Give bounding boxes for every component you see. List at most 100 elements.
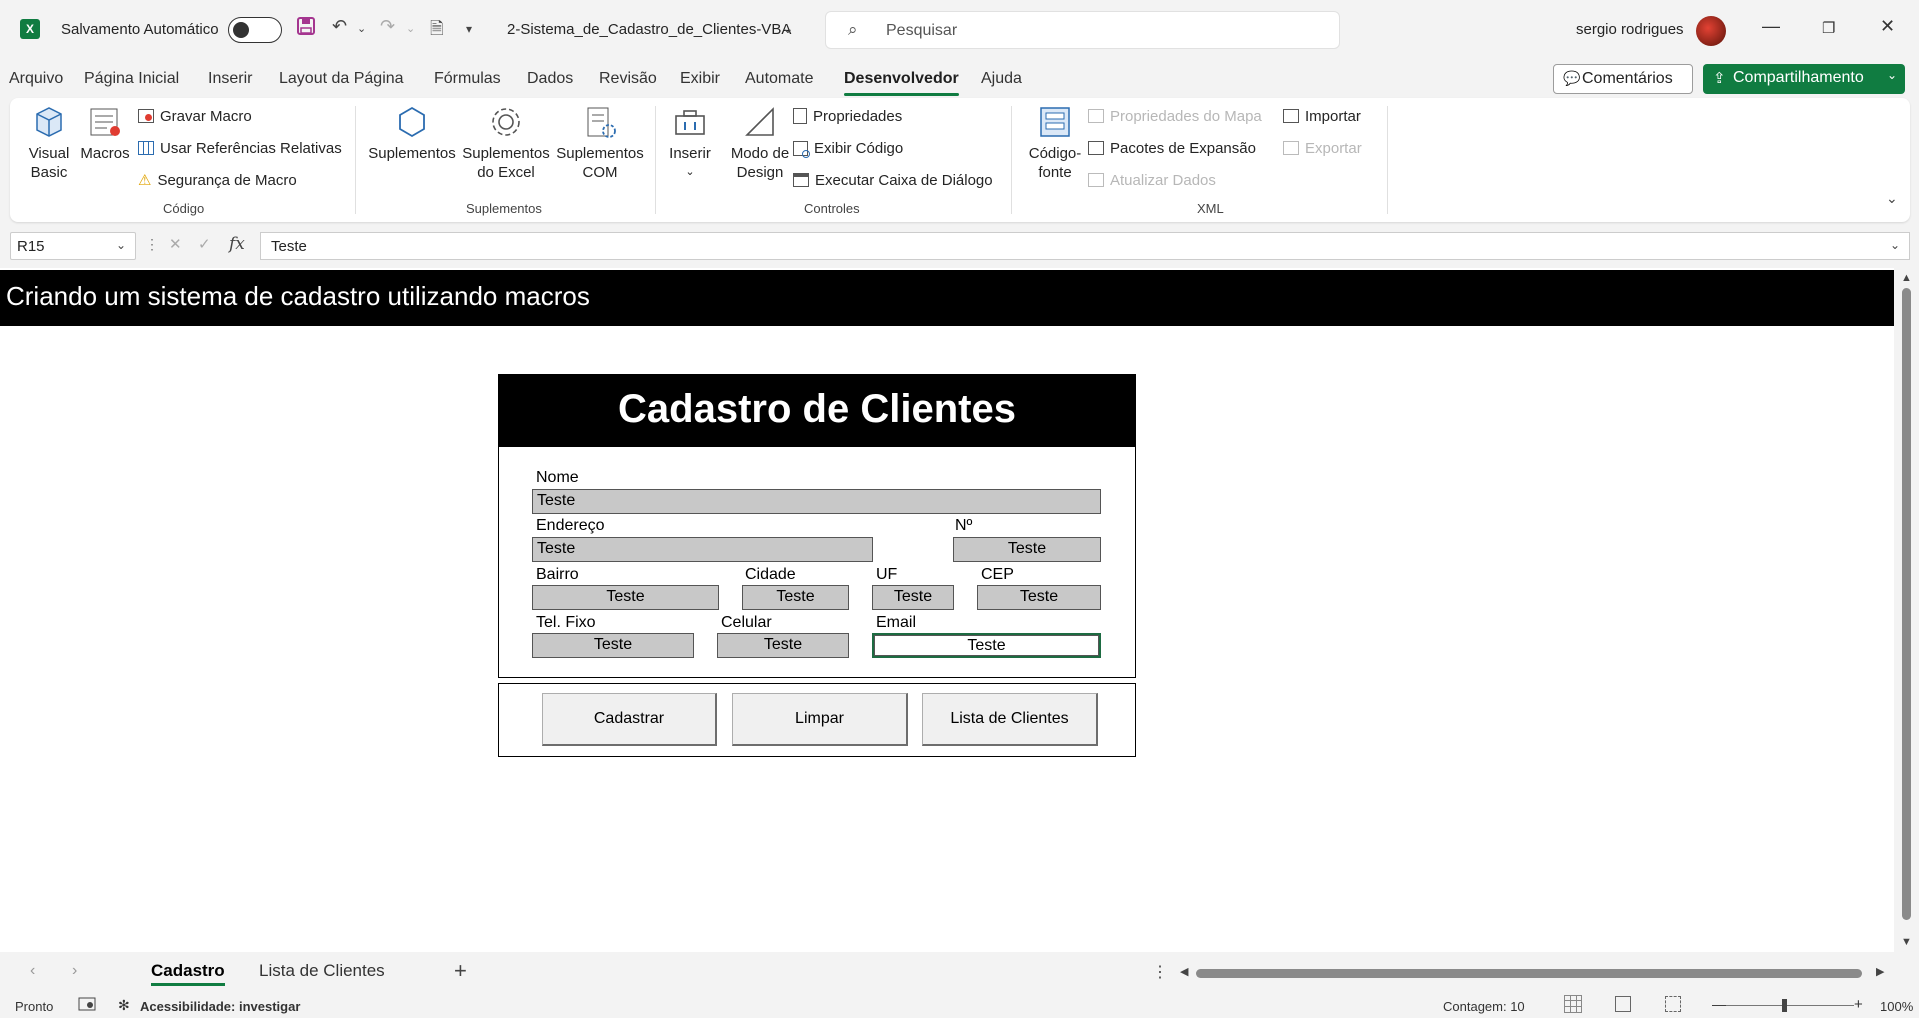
exportar-button[interactable]: Exportar bbox=[1283, 139, 1362, 158]
macro-recording-icon[interactable] bbox=[78, 997, 96, 1014]
vertical-scrollbar[interactable]: ▲ ▼ bbox=[1896, 268, 1919, 952]
numero-field[interactable]: Teste bbox=[953, 537, 1101, 562]
tab-exibir[interactable]: Exibir bbox=[680, 70, 720, 88]
tab-layout-da-pagina[interactable]: Layout da Página bbox=[279, 70, 404, 88]
comments-button[interactable]: 💬 Comentários bbox=[1553, 64, 1693, 94]
limpar-button[interactable]: Limpar bbox=[732, 693, 908, 746]
seguranca-macro-button[interactable]: ⚠ Segurança de Macro bbox=[138, 171, 297, 190]
tel-fixo-field[interactable]: Teste bbox=[532, 633, 694, 658]
expand-formula-icon[interactable]: ⌄ bbox=[1890, 238, 1900, 252]
zoom-slider-track[interactable] bbox=[1726, 1005, 1854, 1006]
scroll-down-icon[interactable]: ▼ bbox=[1901, 936, 1912, 948]
codigo-fonte-button[interactable]: Código-fonte bbox=[1020, 104, 1090, 182]
tab-arquivo[interactable]: Arquivo bbox=[9, 70, 63, 88]
filename-chevron-icon[interactable]: ⌄ bbox=[782, 20, 794, 37]
propriedades-button[interactable]: Propriedades bbox=[793, 107, 902, 126]
close-icon[interactable]: ✕ bbox=[1880, 16, 1895, 37]
exibir-codigo-button[interactable]: Exibir Código bbox=[793, 139, 903, 158]
more-options-icon[interactable]: ⋮ bbox=[145, 236, 159, 253]
inserir-control-button[interactable]: Inserir ⌄ bbox=[666, 104, 714, 182]
worksheet[interactable]: Criando um sistema de cadastro utilizand… bbox=[0, 268, 1894, 952]
endereco-field[interactable]: Teste bbox=[532, 537, 873, 562]
tab-automate[interactable]: Automate bbox=[745, 70, 813, 88]
bairro-field[interactable]: Teste bbox=[532, 585, 719, 610]
scroll-up-icon[interactable]: ▲ bbox=[1901, 272, 1912, 284]
gravar-macro-button[interactable]: Gravar Macro bbox=[138, 107, 252, 126]
atualizar-dados-button[interactable]: Atualizar Dados bbox=[1088, 171, 1216, 190]
prev-sheet-icon[interactable]: ‹ bbox=[30, 962, 35, 980]
tab-inserir[interactable]: Inserir bbox=[208, 70, 252, 88]
pacotes-expansao-button[interactable]: Pacotes de Expansão bbox=[1088, 139, 1256, 158]
share-dropdown-icon[interactable]: ⌄ bbox=[1887, 68, 1897, 82]
cep-field[interactable]: Teste bbox=[977, 585, 1101, 610]
sheet-tab-cadastro[interactable]: Cadastro bbox=[151, 961, 225, 986]
user-name[interactable]: sergio rodrigues bbox=[1576, 21, 1684, 38]
undo-icon[interactable]: ↶ bbox=[332, 16, 347, 37]
autosave-toggle[interactable] bbox=[228, 17, 282, 43]
cancel-formula-icon[interactable]: ✕ bbox=[169, 235, 182, 253]
horizontal-scrollbar[interactable]: ◀ ▶ bbox=[1180, 966, 1890, 980]
name-box-dropdown-icon[interactable]: ⌄ bbox=[116, 238, 126, 252]
share-button[interactable]: ⇪ Compartilhamento ⌄ bbox=[1703, 64, 1905, 94]
email-field[interactable]: Teste bbox=[872, 633, 1101, 658]
horizontal-scroll-thumb[interactable] bbox=[1196, 969, 1862, 978]
restore-icon[interactable]: ❐ bbox=[1822, 19, 1835, 37]
suplementos-com-button[interactable]: Suplementos COM bbox=[556, 104, 644, 182]
next-sheet-icon[interactable]: › bbox=[72, 962, 77, 980]
customize-qat-icon[interactable]: ▾ bbox=[466, 22, 472, 36]
usar-referencias-button[interactable]: Usar Referências Relativas bbox=[138, 139, 342, 158]
tab-ajuda[interactable]: Ajuda bbox=[981, 70, 1022, 88]
tab-desenvolvedor[interactable]: Desenvolvedor bbox=[844, 70, 959, 96]
avatar[interactable] bbox=[1696, 16, 1726, 46]
redo-dropdown-icon[interactable]: ⌄ bbox=[406, 22, 415, 35]
macros-button[interactable]: Macros bbox=[80, 104, 130, 163]
cadastrar-button[interactable]: Cadastrar bbox=[542, 693, 717, 746]
search-box[interactable]: ⌕ Pesquisar bbox=[825, 11, 1340, 49]
accessibility-status[interactable]: Acessibilidade: investigar bbox=[140, 999, 300, 1014]
visual-basic-button[interactable]: Visual Basic bbox=[24, 104, 74, 182]
page-layout-view-icon[interactable] bbox=[1615, 996, 1631, 1012]
celular-field[interactable]: Teste bbox=[717, 633, 849, 658]
document-icon[interactable]: 🗎 bbox=[430, 16, 444, 45]
normal-view-icon[interactable] bbox=[1564, 995, 1582, 1013]
importar-button[interactable]: Importar bbox=[1283, 107, 1361, 126]
usar-referencias-label: Usar Referências Relativas bbox=[160, 140, 342, 157]
group-separator bbox=[655, 106, 656, 214]
tab-formulas[interactable]: Fórmulas bbox=[434, 70, 501, 88]
zoom-level[interactable]: 100% bbox=[1880, 999, 1913, 1014]
zoom-out-icon[interactable]: — bbox=[1712, 996, 1726, 1012]
tab-dados[interactable]: Dados bbox=[527, 70, 573, 88]
undo-dropdown-icon[interactable]: ⌄ bbox=[357, 22, 366, 35]
confirm-formula-icon[interactable]: ✓ bbox=[198, 235, 211, 253]
add-sheet-icon[interactable]: + bbox=[454, 958, 467, 984]
sheet-tab-lista-de-clientes[interactable]: Lista de Clientes bbox=[259, 961, 385, 981]
formula-input[interactable]: Teste bbox=[260, 232, 1910, 260]
label-endereco: Endereço bbox=[536, 517, 605, 534]
suplementos-button[interactable]: Suplementos bbox=[368, 104, 456, 163]
save-icon[interactable] bbox=[296, 16, 316, 41]
zoom-in-icon[interactable]: + bbox=[1854, 996, 1863, 1013]
file-name[interactable]: 2-Sistema_de_Cadastro_de_Clientes-VBA bbox=[507, 21, 791, 38]
zoom-slider-thumb[interactable] bbox=[1782, 999, 1787, 1012]
vertical-scroll-thumb[interactable] bbox=[1902, 288, 1911, 920]
accessibility-icon[interactable]: ✻ bbox=[118, 997, 130, 1014]
lista-clientes-button[interactable]: Lista de Clientes bbox=[922, 693, 1098, 746]
scroll-right-icon[interactable]: ▶ bbox=[1876, 965, 1884, 978]
minimize-icon[interactable]: — bbox=[1762, 16, 1780, 37]
cidade-field[interactable]: Teste bbox=[742, 585, 849, 610]
tab-revisao[interactable]: Revisão bbox=[599, 70, 657, 88]
executar-caixa-button[interactable]: Executar Caixa de Diálogo bbox=[793, 171, 993, 190]
properties-icon bbox=[793, 108, 807, 124]
page-break-view-icon[interactable] bbox=[1665, 996, 1681, 1012]
suplementos-excel-button[interactable]: Suplementos do Excel bbox=[462, 104, 550, 182]
sheet-options-icon[interactable]: ⋮ bbox=[1152, 962, 1168, 982]
scroll-left-icon[interactable]: ◀ bbox=[1180, 965, 1188, 978]
uf-field[interactable]: Teste bbox=[872, 585, 954, 610]
tab-pagina-inicial[interactable]: Página Inicial bbox=[84, 70, 179, 88]
redo-icon[interactable]: ↷ bbox=[380, 16, 395, 37]
collapse-ribbon-icon[interactable]: ⌄ bbox=[1886, 190, 1898, 207]
modo-design-button[interactable]: Modo de Design bbox=[718, 104, 802, 182]
propriedades-mapa-button[interactable]: Propriedades do Mapa bbox=[1088, 107, 1262, 126]
nome-field[interactable]: Teste bbox=[532, 489, 1101, 514]
insert-function-icon[interactable]: fx bbox=[229, 234, 245, 254]
